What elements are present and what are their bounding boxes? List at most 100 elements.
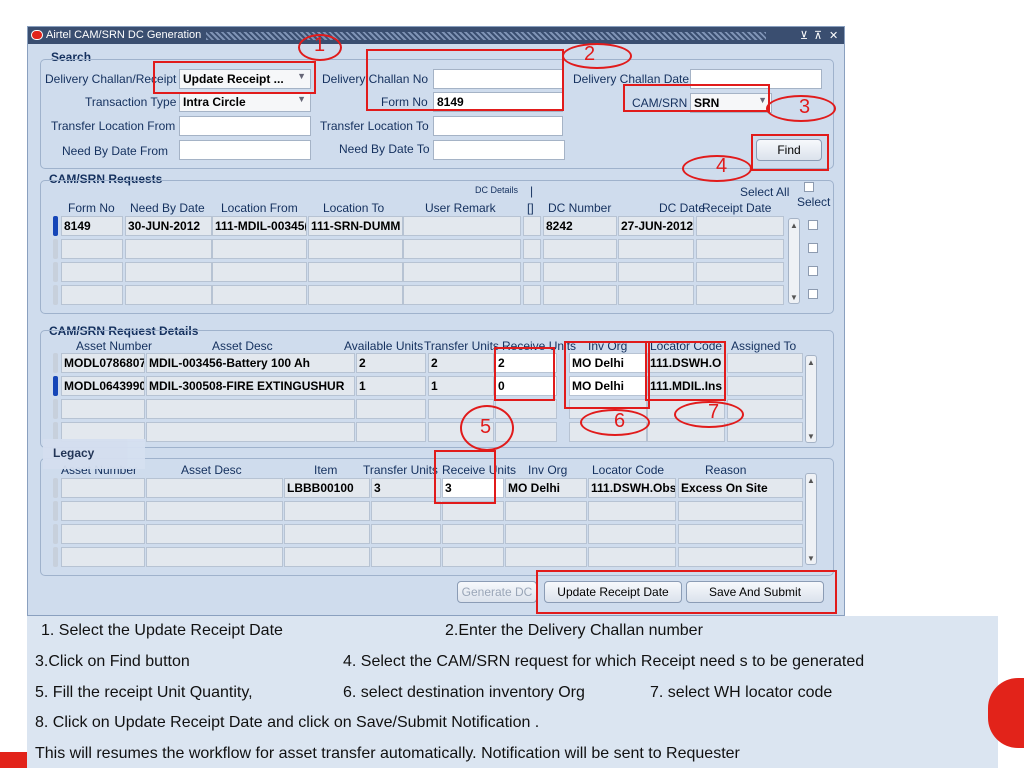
request-cell[interactable] [543,262,617,282]
request-cell[interactable] [523,216,541,236]
select-all-checkbox[interactable] [804,182,814,192]
detail-cell[interactable]: 1 [356,376,426,396]
legacy-cell[interactable] [61,524,145,544]
request-cell[interactable] [308,239,403,259]
detail-cell[interactable]: 2 [356,353,426,373]
window-titlebar[interactable]: Airtel CAM/SRN DC Generation ⊻ ⊼ ✕ [28,27,844,44]
legacy-cell[interactable] [284,524,370,544]
legacy-cell[interactable]: Excess On Site [678,478,803,498]
legacy-cell[interactable] [61,478,145,498]
row-indicator[interactable] [53,547,58,567]
request-cell[interactable] [618,239,694,259]
need-by-date-from-input[interactable] [179,140,311,160]
detail-cell[interactable] [146,399,355,419]
legacy-cell[interactable] [371,547,441,567]
legacy-cell[interactable]: 111.DSWH.Obs [588,478,676,498]
request-cell[interactable]: 27-JUN-2012 [618,216,694,236]
request-cell[interactable] [125,262,212,282]
legacy-cell[interactable] [371,524,441,544]
detail-cell[interactable]: MDIL-003456-Battery 100 Ah [146,353,355,373]
legacy-cell[interactable] [61,547,145,567]
request-cell[interactable] [696,262,784,282]
legacy-cell[interactable] [442,501,504,521]
row-indicator[interactable] [53,285,58,305]
detail-cell[interactable] [356,399,426,419]
row-indicator[interactable] [53,262,58,282]
detail-cell[interactable]: 2 [428,353,494,373]
legacy-cell[interactable] [588,524,676,544]
request-cell[interactable] [61,262,123,282]
request-cell[interactable] [403,285,521,305]
request-cell[interactable]: 111-MDIL-00345( [212,216,307,236]
row-indicator[interactable] [53,376,58,396]
request-cell[interactable]: 30-JUN-2012 [125,216,212,236]
request-cell[interactable] [696,285,784,305]
transfer-location-to-input[interactable] [433,116,563,136]
request-cell[interactable] [212,239,307,259]
legacy-cell[interactable] [505,547,587,567]
legacy-cell[interactable]: 3 [371,478,441,498]
request-cell[interactable] [125,239,212,259]
request-cell[interactable] [523,262,541,282]
request-cell[interactable] [618,285,694,305]
detail-cell[interactable]: MODL0643990 [61,376,145,396]
detail-cell[interactable] [356,422,426,442]
legacy-cell[interactable] [588,501,676,521]
row-indicator[interactable] [53,216,58,236]
transaction-type-select[interactable]: Intra Circle ▼ [179,92,311,112]
legacy-cell[interactable] [284,501,370,521]
request-cell[interactable] [125,285,212,305]
legacy-cell[interactable] [505,524,587,544]
detail-cell[interactable] [61,399,145,419]
minimize-icon[interactable]: ⊻ [800,29,808,42]
maximize-icon[interactable]: ⊼ [814,29,822,42]
legacy-scrollbar[interactable]: ▲ ▼ [805,473,817,565]
request-cell[interactable] [403,239,521,259]
request-cell[interactable] [212,262,307,282]
request-cell[interactable] [308,262,403,282]
legacy-cell[interactable] [61,501,145,521]
legacy-cell[interactable] [442,547,504,567]
row-indicator[interactable] [53,501,58,521]
row-select-checkbox[interactable] [808,243,818,253]
legacy-cell[interactable] [678,524,803,544]
legacy-cell[interactable]: MO Delhi [505,478,587,498]
details-scrollbar[interactable]: ▲ ▼ [805,355,817,443]
row-indicator[interactable] [53,478,58,498]
legacy-cell[interactable] [505,501,587,521]
request-cell[interactable]: 8242 [543,216,617,236]
close-icon[interactable]: ✕ [829,29,838,42]
request-cell[interactable] [212,285,307,305]
row-select-checkbox[interactable] [808,266,818,276]
requests-scrollbar[interactable]: ▲ ▼ [788,218,800,304]
detail-cell[interactable] [727,422,803,442]
legacy-cell[interactable] [146,547,283,567]
row-select-checkbox[interactable] [808,220,818,230]
legacy-cell[interactable] [442,524,504,544]
row-indicator[interactable] [53,524,58,544]
legacy-cell[interactable]: LBBB00100 [284,478,370,498]
detail-cell[interactable]: 1 [428,376,494,396]
request-cell[interactable]: 8149 [61,216,123,236]
legacy-cell[interactable] [146,524,283,544]
legacy-cell[interactable] [678,501,803,521]
request-cell[interactable] [523,239,541,259]
row-indicator[interactable] [53,353,58,373]
request-cell[interactable] [308,285,403,305]
request-cell[interactable] [61,285,123,305]
request-cell[interactable]: 111-SRN-DUMM [308,216,403,236]
transfer-location-from-input[interactable] [179,116,311,136]
row-indicator[interactable] [53,399,58,419]
generate-dc-button[interactable]: Generate DC [457,581,537,603]
detail-cell[interactable] [146,422,355,442]
row-indicator[interactable] [53,239,58,259]
detail-cell[interactable] [727,376,803,396]
legacy-cell[interactable] [146,501,283,521]
row-select-checkbox[interactable] [808,289,818,299]
detail-cell[interactable] [727,353,803,373]
request-cell[interactable] [403,216,521,236]
detail-cell[interactable]: MODL0786807 [61,353,145,373]
request-cell[interactable] [61,239,123,259]
request-cell[interactable] [523,285,541,305]
request-cell[interactable] [696,239,784,259]
